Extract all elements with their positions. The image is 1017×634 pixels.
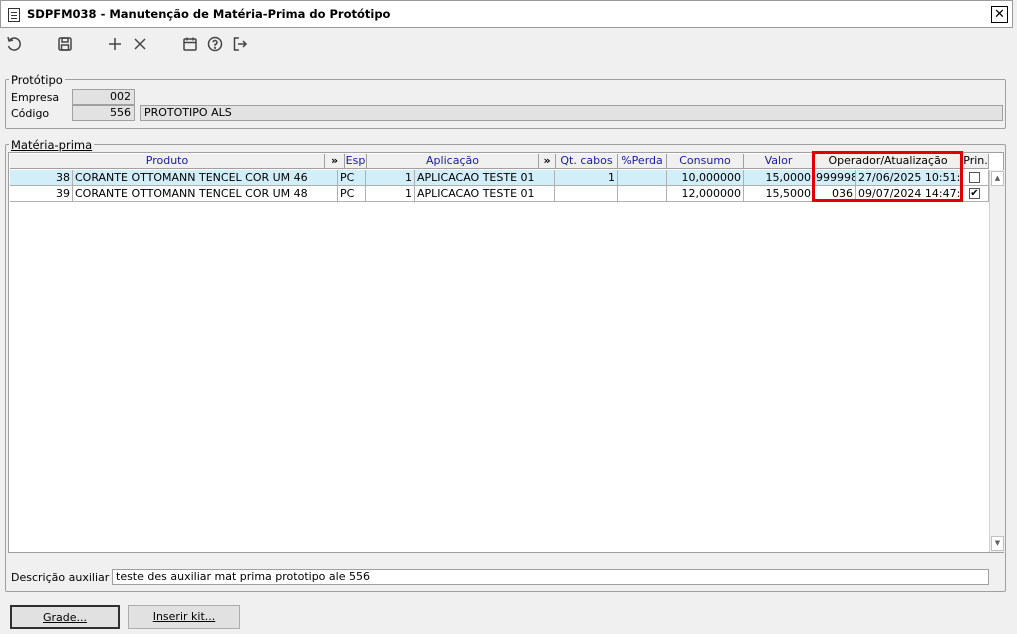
descricao-auxiliar-label: Descrição auxiliar xyxy=(11,571,110,584)
codigo-field[interactable]: 556 xyxy=(72,105,135,121)
descricao-auxiliar-field[interactable]: teste des auxiliar mat prima prototipo a… xyxy=(112,569,989,585)
row2-valor[interactable]: 15,5000 xyxy=(744,186,814,202)
column-header-operador[interactable]: Operador/Atualização xyxy=(814,154,963,169)
row2-perda[interactable] xyxy=(618,186,667,202)
row2-produto-descricao[interactable]: CORANTE OTTOMANN TENCEL COR UM 48 xyxy=(73,186,338,202)
empresa-field[interactable]: 002 xyxy=(72,89,135,105)
row1-prin-checkbox[interactable] xyxy=(969,172,980,183)
row2-prin-cell: ✔ xyxy=(963,186,989,202)
refresh-icon[interactable] xyxy=(3,33,25,55)
row1-aplicacao-codigo[interactable]: 1 xyxy=(366,170,415,186)
row1-consumo[interactable]: 10,000000 xyxy=(667,170,744,186)
row2-aplicacao-descricao[interactable]: APLICACAO TESTE 01 xyxy=(415,186,555,202)
expand-aplicacao-button[interactable]: » xyxy=(539,154,556,169)
column-header-qt-cabos[interactable]: Qt. cabos xyxy=(556,154,618,169)
save-icon[interactable] xyxy=(54,33,76,55)
row1-aplicacao-descricao[interactable]: APLICACAO TESTE 01 xyxy=(415,170,555,186)
column-header-aplicacao[interactable]: Aplicação xyxy=(367,154,539,169)
inserir-kit-button[interactable]: Inserir kit... xyxy=(128,605,240,629)
title-bar: SDPFM038 - Manutenção de Matéria-Prima d… xyxy=(0,0,1013,28)
document-icon xyxy=(8,8,20,22)
column-header-consumo[interactable]: Consumo xyxy=(667,154,744,169)
column-header-esp[interactable]: Esp xyxy=(345,154,367,169)
row2-consumo[interactable]: 12,000000 xyxy=(667,186,744,202)
row1-produto-codigo[interactable]: 38 xyxy=(10,170,73,186)
materia-prima-grid: Produto » Esp Aplicação » Qt. cabos %Per… xyxy=(8,152,1004,553)
row2-esp[interactable]: PC xyxy=(338,186,366,202)
row1-qt-cabos[interactable]: 1 xyxy=(555,170,618,186)
add-icon[interactable] xyxy=(104,33,126,55)
delete-icon[interactable] xyxy=(129,33,151,55)
column-header-prin[interactable]: Prin. xyxy=(963,154,989,169)
prototipo-description-field[interactable]: PROTOTIPO ALS xyxy=(140,105,1003,121)
row1-produto-descricao[interactable]: CORANTE OTTOMANN TENCEL COR UM 46 xyxy=(73,170,338,186)
exit-icon[interactable] xyxy=(229,33,251,55)
grade-button[interactable]: Grade... xyxy=(10,605,120,629)
column-header-valor[interactable]: Valor xyxy=(744,154,814,169)
scroll-down-icon[interactable]: ▼ xyxy=(991,536,1004,551)
scroll-up-icon[interactable]: ▲ xyxy=(991,171,1004,186)
row2-prin-checkbox[interactable]: ✔ xyxy=(969,188,980,199)
row2-produto-codigo[interactable]: 39 xyxy=(10,186,73,202)
calendar-icon[interactable] xyxy=(179,33,201,55)
close-button[interactable]: ✕ xyxy=(991,6,1008,23)
row1-atualizacao[interactable]: 27/06/2025 10:51:21 xyxy=(856,170,963,186)
row1-perda[interactable] xyxy=(618,170,667,186)
row2-atualizacao[interactable]: 09/07/2024 14:47:31 xyxy=(856,186,963,202)
column-header-produto[interactable]: Produto xyxy=(10,154,325,169)
grid-vertical-scrollbar[interactable]: ▲ ▼ xyxy=(989,170,1004,552)
toolbar xyxy=(0,29,1013,59)
materia-prima-legend: Matéria-prima xyxy=(9,138,95,152)
row2-qt-cabos[interactable] xyxy=(555,186,618,202)
codigo-label: Código xyxy=(11,107,50,120)
help-icon[interactable] xyxy=(204,33,226,55)
inserir-kit-button-label: Inserir kit... xyxy=(152,610,216,623)
column-header-perda[interactable]: %Perda xyxy=(618,154,667,169)
prototipo-group xyxy=(5,79,1006,129)
row1-prin-cell xyxy=(963,170,989,186)
row1-esp[interactable]: PC xyxy=(338,170,366,186)
row2-aplicacao-codigo[interactable]: 1 xyxy=(366,186,415,202)
expand-produto-button[interactable]: » xyxy=(325,154,345,169)
window-title: SDPFM038 - Manutenção de Matéria-Prima d… xyxy=(27,7,391,21)
grade-button-label: Grade... xyxy=(42,611,88,624)
empresa-label: Empresa xyxy=(11,91,60,104)
prototipo-legend: Protótipo xyxy=(9,73,65,87)
row2-operador[interactable]: 036 xyxy=(814,186,856,202)
row1-valor[interactable]: 15,0000 xyxy=(744,170,814,186)
row1-operador[interactable]: 999998 xyxy=(814,170,856,186)
